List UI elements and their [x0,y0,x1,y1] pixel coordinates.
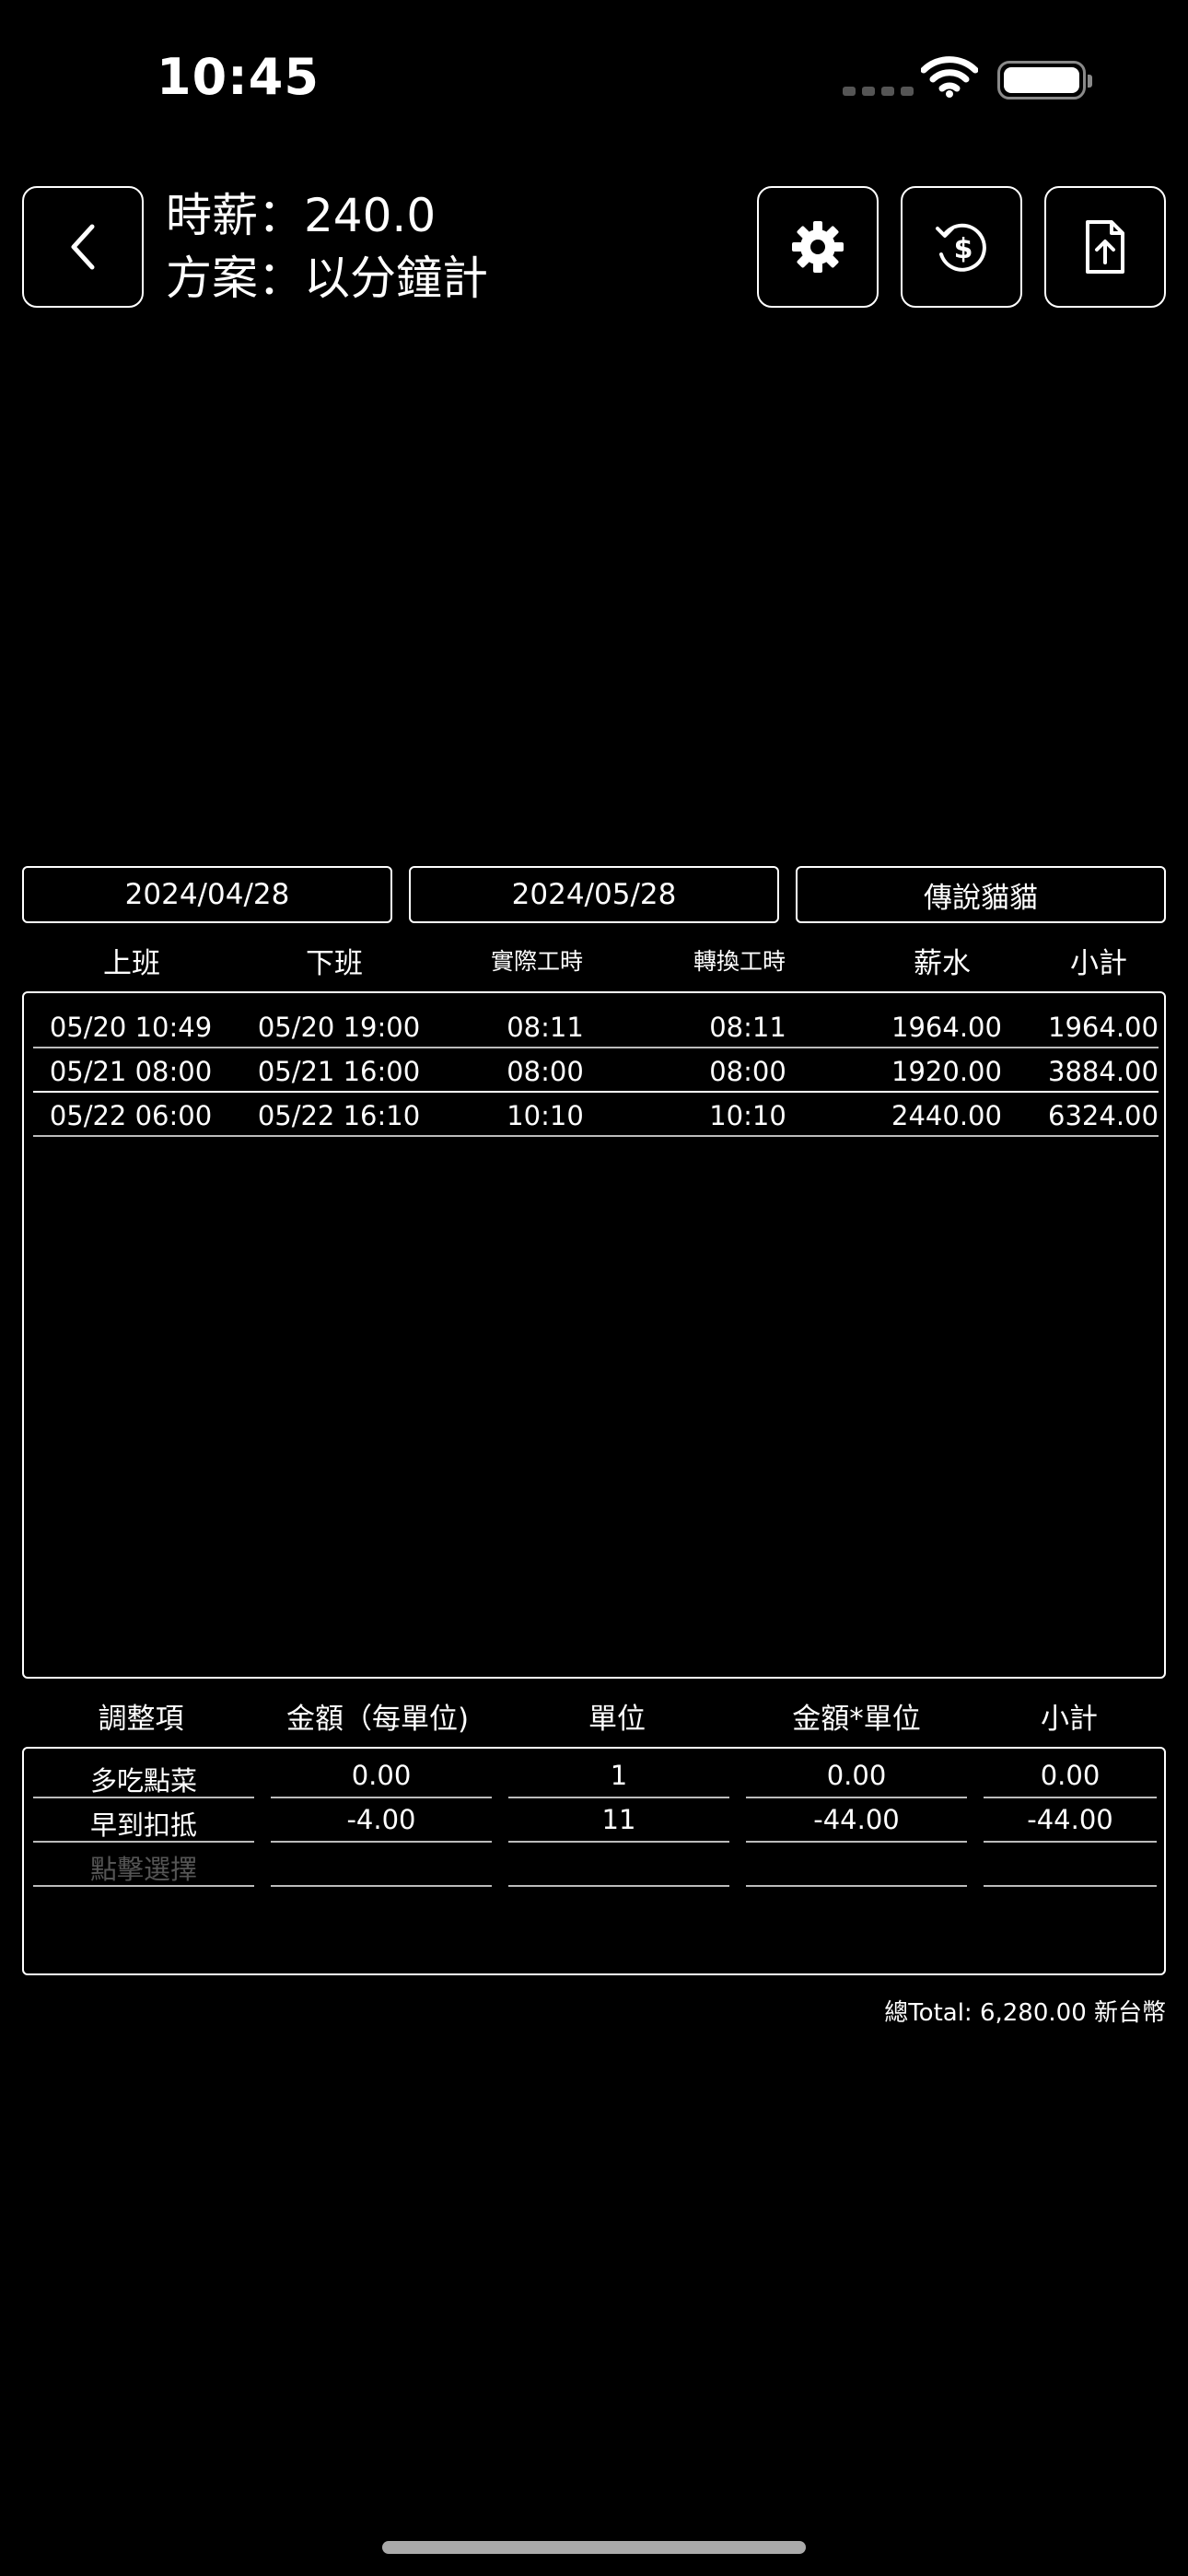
amount-per-unit-field[interactable]: 0.00 [271,1754,492,1798]
clock-in-cell: 05/21 08:00 [49,1056,213,1087]
pay-cell: 2440.00 [891,1100,1002,1131]
table-row[interactable]: 05/21 08:00 05/21 16:00 08:00 08:00 1920… [33,1048,1159,1093]
col-converted-hours: 轉換工時 [693,948,786,975]
col-amount-times-units: 金額*單位 [792,1703,921,1736]
clock-out-cell: 05/22 16:10 [257,1100,421,1131]
clock-out-cell: 05/21 16:00 [257,1056,421,1087]
col-pay: 薪水 [914,947,971,980]
adjustments-panel: 多吃點菜 0.00 1 0.00 0.00 早到扣抵 -4.00 11 -44.… [22,1747,1166,1975]
currency-refresh-icon: $ [936,223,986,272]
svg-text:$: $ [954,233,973,265]
chevron-left-icon [71,224,95,270]
wifi-icon [920,55,979,101]
amount-per-unit-field[interactable] [271,1843,492,1887]
actual-hours-cell: 10:10 [507,1100,584,1131]
export-button[interactable] [1044,186,1166,308]
col-subtotal: 小計 [1070,947,1127,980]
table-row[interactable]: 05/20 10:49 05/20 19:00 08:11 08:11 1964… [33,1004,1159,1048]
clock-out-cell: 05/20 19:00 [257,1012,421,1043]
employee-select-button[interactable]: 傳說貓貓 [796,866,1166,923]
table-row[interactable]: 05/22 06:00 05/22 16:10 10:10 10:10 2440… [33,1093,1159,1137]
converted-hours-cell: 10:10 [709,1100,786,1131]
home-indicator[interactable] [382,2541,806,2554]
records-panel: 05/20 10:49 05/20 19:00 08:11 08:11 1964… [22,991,1166,1679]
pay-cell: 1920.00 [891,1056,1002,1087]
units-field[interactable] [508,1843,729,1887]
amount-times-units-cell: -44.00 [746,1798,967,1843]
cellular-signal-icon [843,87,914,96]
converted-hours-cell: 08:00 [709,1056,786,1087]
battery-icon [997,61,1092,100]
app-screen: { "status_bar": { "time": "10:45" }, "he… [0,0,1188,2576]
col-clock-in: 上班 [103,947,160,980]
gear-icon [792,221,844,273]
start-date-button[interactable]: 2024/04/28 [22,866,392,923]
settings-button[interactable] [757,186,879,308]
adjust-subtotal-cell [984,1843,1157,1887]
subtotal-cell: 1964.00 [1048,1012,1159,1043]
col-adjust-subtotal: 小計 [1041,1703,1098,1736]
clock-in-cell: 05/22 06:00 [49,1100,213,1131]
adjust-item-select[interactable]: 早到扣抵 [33,1798,254,1843]
converted-hours-cell: 08:11 [709,1012,786,1043]
col-clock-out: 下班 [306,947,363,980]
col-adjust-item: 調整項 [98,1703,184,1736]
file-upload-icon [1086,220,1124,274]
actual-hours-cell: 08:11 [507,1012,584,1043]
wage-info: 時薪：240.0 方案：以分鐘計 [166,184,488,310]
pay-plan: 方案：以分鐘計 [166,252,488,305]
col-units: 單位 [588,1703,646,1736]
adjust-subtotal-cell: 0.00 [984,1754,1157,1798]
status-time: 10:45 [157,48,320,106]
pay-cell: 1964.00 [891,1012,1002,1043]
amount-times-units-cell [746,1843,967,1887]
col-amount-per-unit: 金額（每單位) [285,1703,470,1736]
amount-per-unit-field[interactable]: -4.00 [271,1798,492,1843]
back-button[interactable] [22,186,144,308]
amount-times-units-cell: 0.00 [746,1754,967,1798]
currency-convert-button[interactable]: $ [901,186,1022,308]
end-date-button[interactable]: 2024/05/28 [409,866,779,923]
units-field[interactable]: 1 [508,1754,729,1798]
adjust-item-select[interactable]: 多吃點菜 [33,1754,254,1798]
units-field[interactable]: 11 [508,1798,729,1843]
actual-hours-cell: 08:00 [507,1056,584,1087]
adjust-item-placeholder[interactable]: 點擊選擇 [33,1843,254,1887]
adjust-subtotal-cell: -44.00 [984,1798,1157,1843]
col-actual-hours: 實際工時 [490,948,583,975]
subtotal-cell: 3884.00 [1048,1056,1159,1087]
clock-in-cell: 05/20 10:49 [49,1012,213,1043]
grand-total: 總Total: 6,280.00 新台幣 [884,1999,1166,2027]
subtotal-cell: 6324.00 [1048,1100,1159,1131]
hourly-wage: 時薪：240.0 [166,189,437,242]
